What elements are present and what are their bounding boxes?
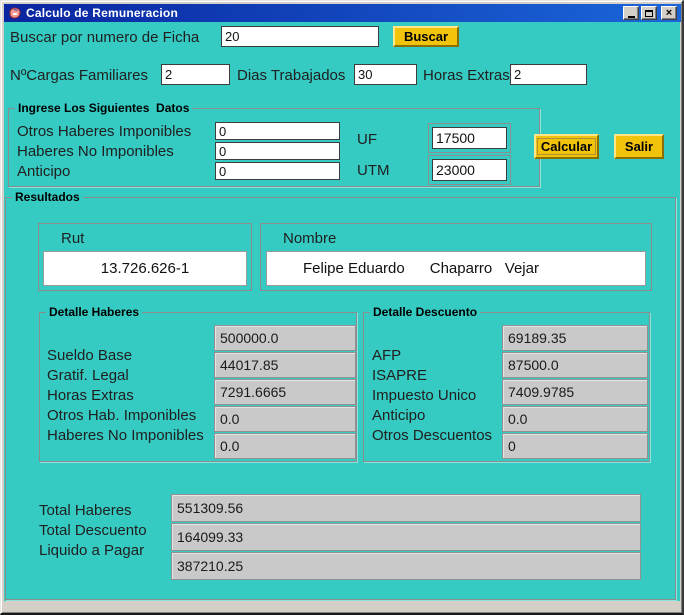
buscar-button-label: Buscar bbox=[404, 29, 448, 44]
isapre-label: ISAPRE bbox=[372, 366, 492, 386]
afp-value: 69189.35 bbox=[502, 325, 648, 351]
liquido-a-pagar-value: 387210.25 bbox=[171, 552, 641, 580]
maximize-button[interactable] bbox=[641, 6, 657, 20]
detalle-haberes-values: 500000.0 44017.85 7291.6665 0.0 0.0 bbox=[214, 325, 356, 459]
title-bar: Calculo de Remuneracion × bbox=[4, 4, 681, 22]
haberes-no-imponibles-label: Haberes No Imponibles bbox=[17, 143, 174, 160]
resultados-group-title: Resultados bbox=[12, 190, 83, 204]
gratif-legal-value: 44017.85 bbox=[214, 352, 356, 378]
anticipo-input[interactable] bbox=[215, 162, 340, 180]
haberes-no-imponibles-input[interactable] bbox=[215, 142, 340, 160]
detalle-descuento-title: Detalle Descuento bbox=[370, 305, 480, 319]
gratif-legal-label: Gratif. Legal bbox=[47, 366, 204, 386]
app-window: Calculo de Remuneracion × Buscar por num… bbox=[0, 0, 684, 615]
nombre-field[interactable]: Felipe Eduardo Chaparro Vejar bbox=[266, 251, 646, 286]
calcular-button-label: Calcular bbox=[537, 138, 596, 155]
totales-labels: Total Haberes Total Descuento Liquido a … bbox=[39, 501, 147, 561]
horas-label: Horas Extras bbox=[423, 67, 510, 84]
resultados-groupbox: Resultados Rut 13.726.626-1 Nombre Felip… bbox=[5, 197, 676, 600]
maximize-icon bbox=[645, 10, 653, 17]
utm-input[interactable] bbox=[432, 159, 507, 181]
detalle-descuento-values: 69189.35 87500.0 7409.9785 0.0 0 bbox=[502, 325, 648, 459]
nombre-panel: Nombre Felipe Eduardo Chaparro Vejar bbox=[260, 223, 652, 291]
totales-values: 551309.56 164099.33 387210.25 bbox=[171, 494, 641, 580]
detalle-descuento-groupbox: Detalle Descuento AFP ISAPRE Impuesto Un… bbox=[363, 312, 650, 462]
salir-button-label: Salir bbox=[625, 139, 653, 154]
sueldo-base-value: 500000.0 bbox=[214, 325, 356, 351]
horas-extras-result-label: Horas Extras bbox=[47, 386, 204, 406]
impuesto-unico-label: Impuesto Unico bbox=[372, 386, 492, 406]
rut-field[interactable]: 13.726.626-1 bbox=[43, 251, 247, 286]
ingrese-groupbox: Ingrese Los Siguientes Datos Otros Haber… bbox=[8, 108, 540, 187]
total-haberes-label: Total Haberes bbox=[39, 501, 147, 521]
uf-input[interactable] bbox=[432, 127, 507, 149]
cargas-label: NºCargas Familiares bbox=[10, 67, 148, 84]
utm-label: UTM bbox=[357, 162, 390, 179]
horas-input[interactable] bbox=[510, 64, 587, 85]
ficha-number-input[interactable] bbox=[221, 26, 379, 47]
anticipo-value: 0.0 bbox=[502, 406, 648, 432]
app-icon bbox=[8, 6, 22, 20]
close-button[interactable]: × bbox=[661, 6, 677, 20]
client-area: Buscar por numero de Ficha Buscar NºCarg… bbox=[4, 22, 680, 601]
impuesto-unico-value: 7409.9785 bbox=[502, 379, 648, 405]
rut-panel: Rut 13.726.626-1 bbox=[38, 223, 252, 291]
total-descuento-value: 164099.33 bbox=[171, 523, 641, 551]
otros-descuentos-label: Otros Descuentos bbox=[372, 426, 492, 446]
nombre-label: Nombre bbox=[283, 230, 336, 247]
sueldo-base-label: Sueldo Base bbox=[47, 346, 204, 366]
rut-label: Rut bbox=[61, 230, 84, 247]
detalle-descuento-labels: AFP ISAPRE Impuesto Unico Anticipo Otros… bbox=[372, 346, 492, 446]
utm-field-frame bbox=[428, 155, 511, 185]
salir-button[interactable]: Salir bbox=[614, 134, 664, 159]
afp-label: AFP bbox=[372, 346, 492, 366]
otros-haberes-imponibles-input[interactable] bbox=[215, 122, 340, 140]
otros-hab-imponibles-value: 0.0 bbox=[214, 406, 356, 432]
window-title: Calculo de Remuneracion bbox=[26, 4, 623, 22]
anticipo-result-label: Anticipo bbox=[372, 406, 492, 426]
anticipo-label: Anticipo bbox=[17, 163, 70, 180]
buscar-button[interactable]: Buscar bbox=[393, 26, 459, 47]
search-label: Buscar por numero de Ficha bbox=[10, 29, 199, 46]
otros-hab-imponibles-label: Otros Hab. Imponibles bbox=[47, 406, 204, 426]
minimize-button[interactable] bbox=[623, 6, 639, 20]
cargas-input[interactable] bbox=[161, 64, 230, 85]
uf-field-frame bbox=[428, 123, 511, 153]
detalle-haberes-labels: Sueldo Base Gratif. Legal Horas Extras O… bbox=[47, 346, 204, 446]
otros-descuentos-value: 0 bbox=[502, 433, 648, 459]
total-descuento-label: Total Descuento bbox=[39, 521, 147, 541]
dias-input[interactable] bbox=[354, 64, 417, 85]
uf-label: UF bbox=[357, 131, 377, 148]
haberes-no-imponibles-value: 0.0 bbox=[214, 433, 356, 459]
calcular-button[interactable]: Calcular bbox=[534, 134, 599, 159]
ingrese-group-title: Ingrese Los Siguientes Datos bbox=[15, 101, 192, 115]
detalle-haberes-groupbox: Detalle Haberes Sueldo Base Gratif. Lega… bbox=[39, 312, 357, 462]
liquido-a-pagar-label: Liquido a Pagar bbox=[39, 541, 147, 561]
dias-label: Dias Trabajados bbox=[237, 67, 345, 84]
close-icon: × bbox=[666, 8, 672, 18]
otros-haberes-imponibles-label: Otros Haberes Imponibles bbox=[17, 123, 191, 140]
minimize-icon bbox=[628, 16, 635, 18]
total-haberes-value: 551309.56 bbox=[171, 494, 641, 522]
isapre-value: 87500.0 bbox=[502, 352, 648, 378]
detalle-haberes-title: Detalle Haberes bbox=[46, 305, 142, 319]
horas-extras-value: 7291.6665 bbox=[214, 379, 356, 405]
haberes-no-imp-result-label: Haberes No Imponibles bbox=[47, 426, 204, 446]
